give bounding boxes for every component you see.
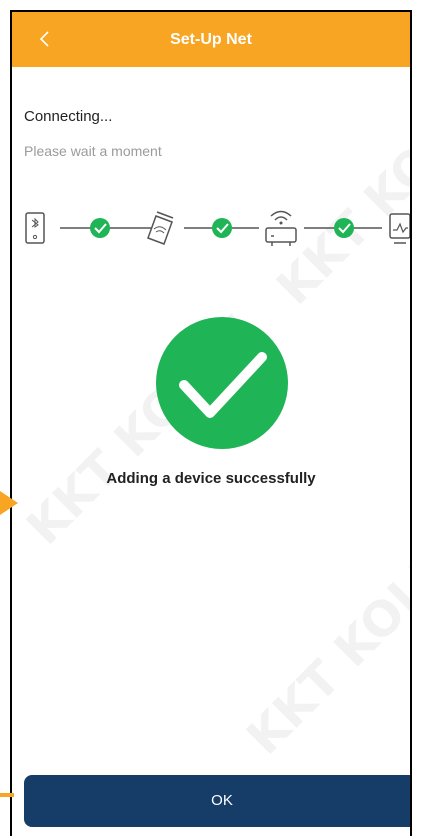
wait-message: Please wait a moment xyxy=(24,143,162,159)
progress-steps xyxy=(12,208,410,252)
step-check-icon xyxy=(90,218,110,238)
ok-button[interactable]: OK xyxy=(24,775,410,827)
header-bar: Set-Up Net xyxy=(12,12,410,67)
orange-pointer-icon xyxy=(0,491,18,515)
watermark: KKT KOLBE xyxy=(266,64,412,316)
success-message: Adding a device successfully xyxy=(106,470,316,487)
chevron-left-icon[interactable] xyxy=(38,28,58,50)
orange-pointer-line xyxy=(0,793,14,797)
wifi-card-icon xyxy=(147,211,174,245)
connecting-status: Connecting... xyxy=(24,108,113,125)
page-title: Set-Up Net xyxy=(170,31,252,48)
router-icon xyxy=(265,210,297,246)
step-check-icon xyxy=(212,218,232,238)
bluetooth-device-icon xyxy=(25,212,45,244)
step-check-icon xyxy=(334,218,354,238)
monitor-icon xyxy=(389,213,410,244)
phone-screen: KKT KOLBE KKT KOLBE KKT KOLBE Set-Up Net… xyxy=(10,10,412,836)
success-check-icon xyxy=(156,317,288,449)
watermark: KKT KOLBE xyxy=(236,514,412,766)
